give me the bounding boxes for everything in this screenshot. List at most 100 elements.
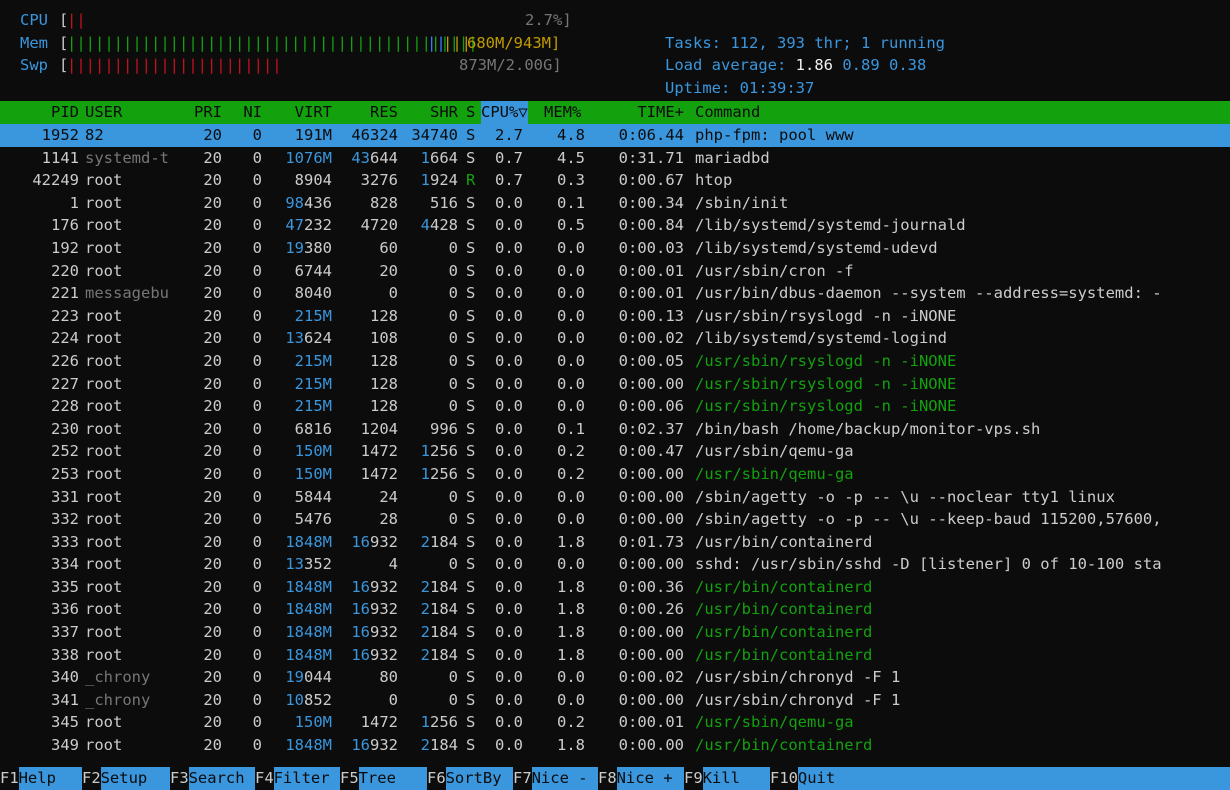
process-time-cell: 0:06.44 [618, 126, 684, 144]
process-mem-cell: 0.1 [557, 193, 585, 212]
function-key-label-f2[interactable]: Setup [101, 767, 148, 790]
process-row[interactable]: 223 root 20 0 215M 128 0 S 0.0 0.0 0:00.13/usr/sbi… [0, 305, 1230, 328]
process-s-cell: S [466, 238, 476, 257]
process-command-cell: /usr/sbin/rsyslogd -n -iNONE [695, 351, 957, 370]
process-cpu-cell: 0.7 [495, 148, 523, 167]
process-time-cell: 0:00.05 [618, 351, 684, 370]
process-ni-cell: 0 [252, 736, 262, 755]
process-user-cell: root [85, 238, 123, 257]
column-header-time[interactable]: TIME+ [600, 101, 684, 124]
function-key-f5[interactable]: F5 [340, 767, 359, 790]
process-row[interactable]: 230 root 20 0 6816 1204 996 S 0.0 0.1 0:02.37/bin/… [0, 418, 1230, 441]
process-row[interactable]: 1 root 20 0 98436 828 516 S 0.0 0.1 0:00.34/sbin/i… [0, 192, 1230, 215]
process-ni-cell: 0 [252, 668, 262, 687]
column-header-pid[interactable]: PID [0, 101, 79, 124]
column-header-state[interactable]: S [466, 101, 475, 124]
process-row[interactable]: 252 root 20 0 150M 1472 1256 S 0.0 0.2 0:00.47/usr… [0, 440, 1230, 463]
process-row[interactable]: 333 root 20 0 1848M 16932 2184 S 0.0 1.8 0:01.73/u… [0, 531, 1230, 554]
process-mem-cell: 0.0 [557, 690, 585, 709]
process-row[interactable]: 253 root 20 0 150M 1472 1256 S 0.0 0.2 0:00.00/usr… [0, 463, 1230, 486]
function-key-f2[interactable]: F2 [82, 767, 101, 790]
process-row[interactable]: 227 root 20 0 215M 128 0 S 0.0 0.0 0:00.00/usr/sbi… [0, 373, 1230, 396]
process-row[interactable]: 176 root 20 0 47232 4720 4428 S 0.0 0.5 0:00.84/li… [0, 214, 1230, 237]
function-key-label-f9[interactable]: Kill [703, 767, 740, 790]
process-cpu-cell: 0.0 [495, 351, 523, 370]
process-time-cell: 0:00.00 [618, 623, 684, 642]
column-header-command[interactable]: Command [695, 101, 760, 124]
process-row[interactable]: 226 root 20 0 215M 128 0 S 0.0 0.0 0:00.05/usr/sbi… [0, 350, 1230, 373]
process-row[interactable]: 349 root 20 0 1848M 16932 2184 S 0.0 1.8 0:00.00/u… [0, 734, 1230, 757]
process-command-cell: /usr/sbin/chronyd -F 1 [695, 690, 901, 709]
process-shr-cell: 0 [448, 284, 458, 303]
process-row[interactable]: 345 root 20 0 150M 1472 1256 S 0.0 0.2 0:00.01/usr… [0, 711, 1230, 734]
function-key-f9[interactable]: F9 [684, 767, 703, 790]
process-command-cell: php-fpm: pool www [695, 126, 854, 144]
column-header-res[interactable]: RES [336, 101, 398, 124]
process-mem-cell: 0.0 [557, 668, 585, 687]
process-pid-cell: 1141 [41, 148, 79, 167]
function-key-label-f8[interactable]: Nice + [617, 767, 673, 790]
column-header-user[interactable]: USER [85, 101, 122, 124]
function-key-f6[interactable]: F6 [427, 767, 446, 790]
function-key-f8[interactable]: F8 [598, 767, 617, 790]
uptime-label: Uptime: [665, 78, 740, 97]
function-key-label-f6[interactable]: SortBy [446, 767, 502, 790]
process-row[interactable]: 220 root 20 0 6744 20 0 S 0.0 0.0 0:00.01/usr/sbin… [0, 260, 1230, 283]
function-key-label-f7[interactable]: Nice - [532, 767, 588, 790]
process-command-cell: /usr/bin/containerd [695, 600, 873, 619]
process-user-cell: root [85, 510, 123, 529]
column-header-virt[interactable]: VIRT [266, 101, 332, 124]
process-res-cell: 4 [388, 555, 398, 574]
process-time-cell: 0:00.47 [618, 442, 684, 461]
column-header-ni[interactable]: NI [226, 101, 262, 124]
process-time-cell: 0:00.00 [618, 374, 684, 393]
process-row[interactable]: 228 root 20 0 215M 128 0 S 0.0 0.0 0:00.06/usr/sbi… [0, 395, 1230, 418]
process-row[interactable]: 335 root 20 0 1848M 16932 2184 S 0.0 1.8 0:00.36/u… [0, 576, 1230, 599]
process-cpu-cell: 0.0 [495, 397, 523, 416]
process-row[interactable]: 338 root 20 0 1848M 16932 2184 S 0.0 1.8 0:00.00/u… [0, 644, 1230, 667]
process-s-cell: S [466, 284, 476, 303]
process-cpu-cell: 0.0 [495, 419, 523, 438]
column-header-shr[interactable]: SHR [402, 101, 458, 124]
function-key-f10[interactable]: F10 [770, 767, 798, 790]
column-header-cpu-sorted[interactable]: CPU%▽ [481, 101, 528, 124]
process-row[interactable]: 336 root 20 0 1848M 16932 2184 S 0.0 1.8 0:00.26/u… [0, 598, 1230, 621]
column-header-mem[interactable]: MEM% [544, 101, 581, 124]
function-key-label-f10[interactable]: Quit [798, 767, 835, 790]
process-row[interactable]: 1141 systemd-t 20 0 1076M 43644 1664 S 0.7 4.5 0:3… [0, 147, 1230, 170]
process-pid-cell: 226 [51, 351, 79, 370]
process-row[interactable]: 224 root 20 0 13624 108 0 S 0.0 0.0 0:00.02/lib/sy… [0, 327, 1230, 350]
process-row[interactable]: 334 root 20 0 13352 4 0 S 0.0 0.0 0:00.00 sshd: /us… [0, 553, 1230, 576]
process-pri-cell: 20 [203, 351, 222, 370]
process-row[interactable]: 341 _chrony 20 0 10852 0 0 S 0.0 0.0 0:00.00/usr/s… [0, 689, 1230, 712]
process-pri-cell: 20 [203, 261, 222, 280]
process-row[interactable]: 331 root 20 0 5844 24 0 S 0.0 0.0 0:00.00/sbin/age… [0, 486, 1230, 509]
process-virt-cell: 1848M [285, 736, 332, 755]
process-pid-cell: 332 [51, 510, 79, 529]
process-row[interactable]: 332 root 20 0 5476 28 0 S 0.0 0.0 0:00.00/sbin/age… [0, 508, 1230, 531]
process-row[interactable]: 337 root 20 0 1848M 16932 2184 S 0.0 1.8 0:00.00/u… [0, 621, 1230, 644]
process-row[interactable]: 340 _chrony 20 0 19044 80 0 S 0.0 0.0 0:00.02/usr/… [0, 666, 1230, 689]
process-res-cell: 3276 [360, 171, 398, 190]
function-key-f1[interactable]: F1 [0, 767, 19, 790]
process-cpu-cell: 0.0 [495, 510, 523, 529]
process-row[interactable]: 192 root 20 0 19380 60 0 S 0.0 0.0 0:00.03/lib/sys… [0, 237, 1230, 260]
function-key-label-f3[interactable]: Search [189, 767, 245, 790]
function-key-f4[interactable]: F4 [255, 767, 274, 790]
process-command-cell: /sbin/agetty -o -p -- \u --noclear tty1 … [695, 487, 1115, 506]
process-row[interactable]: 1952 82 20 0 191M 46324 34740 S 2.7 4.8 0:06.44 php… [0, 124, 1230, 147]
process-virt-cell: 150M [294, 713, 332, 732]
function-key-label-f4[interactable]: Filter [274, 767, 330, 790]
function-key-f3[interactable]: F3 [170, 767, 189, 790]
function-key-f7[interactable]: F7 [513, 767, 532, 790]
function-key-label-f5[interactable]: Tree [359, 767, 396, 790]
process-ni-cell: 0 [252, 397, 262, 416]
process-user-cell: root [85, 464, 123, 483]
process-row[interactable]: 42249 root 20 0 8904 3276 1924 R 0.7 0.3 0:00.67 ht… [0, 169, 1230, 192]
process-s-cell: S [466, 623, 476, 642]
process-row[interactable]: 221 messagebu 20 0 8040 0 0 S 0.0 0.0 0:00.01/usr/… [0, 282, 1230, 305]
function-key-label-f1[interactable]: Help [19, 767, 56, 790]
process-s-cell: S [466, 736, 476, 755]
process-user-cell: root [85, 645, 123, 664]
column-header-pri[interactable]: PRI [180, 101, 222, 124]
